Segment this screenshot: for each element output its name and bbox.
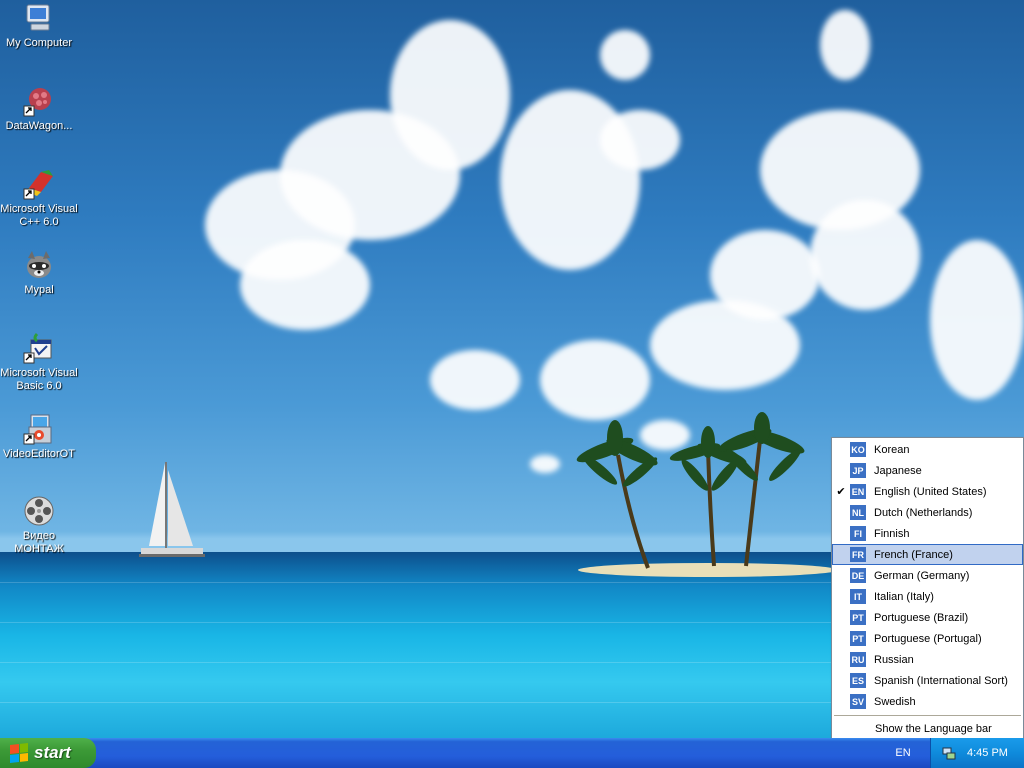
language-code-badge: JP [850,463,866,478]
language-code-badge: DE [850,568,866,583]
desktop-icon-label: Microsoft Visual Basic 6.0 [0,367,78,392]
desktop-icon-label: Microsoft Visual C++ 6.0 [0,203,78,228]
start-button[interactable]: start [0,738,96,768]
desktop-icon-visual-cpp[interactable]: Microsoft Visual C++ 6.0 [0,168,78,229]
language-item-label: Dutch (Netherlands) [874,506,973,519]
language-item-swedish[interactable]: SV Swedish [832,691,1023,712]
language-item-finnish[interactable]: FI Finnish [832,523,1023,544]
language-item-label: Italian (Italy) [874,590,934,603]
cloud [430,350,520,410]
language-code-badge: KO [850,442,866,457]
language-item-portuguese-brazil[interactable]: PT Portuguese (Brazil) [832,607,1023,628]
network-tray-icon[interactable] [941,745,957,761]
my-computer-icon [26,4,50,31]
cloud [540,340,650,420]
desktop-icon-label: DataWagon... [5,120,73,132]
language-item-label: Finnish [874,527,910,540]
language-code-badge: FR [850,547,866,562]
desktop-icon-datawagon[interactable]: DataWagon... [0,85,78,133]
language-code-badge: EN [850,484,866,499]
desktop-icon-my-computer[interactable]: My Computer [0,2,78,50]
check-mark-icon: ✔ [836,486,846,498]
language-code-badge: PT [850,631,866,646]
desktop-icon-label: VideoEditorOT [3,448,75,460]
language-item-russian[interactable]: RU Russian [832,649,1023,670]
desktop-icon-video-montage[interactable]: Видео МОНТАЖ [0,495,78,556]
language-code-badge: NL [850,505,866,520]
cloud [930,240,1024,400]
visual-cpp-icon [23,170,53,200]
mypal-icon [27,251,51,278]
desktop-icon-visual-basic[interactable]: Microsoft Visual Basic 6.0 [0,332,78,393]
cloud [240,240,370,330]
visual-basic-icon [23,332,52,364]
language-item-label: Portuguese (Brazil) [874,611,969,624]
language-item-french[interactable]: FR French (France) [832,544,1023,565]
language-item-dutch[interactable]: NL Dutch (Netherlands) [832,502,1023,523]
language-indicator-button[interactable]: EN [893,744,913,762]
language-item-label: French (France) [874,548,953,561]
menu-separator [834,715,1021,716]
cloud [710,230,820,320]
sailboat-image [139,462,205,557]
cloud [600,110,680,170]
clock[interactable]: 4:45 PM [967,747,1008,759]
language-code-badge: IT [850,589,866,604]
show-language-bar-item[interactable]: Show the Language bar [832,718,1023,739]
language-item-label: Spanish (International Sort) [874,674,1008,687]
taskbar: start EN 4:45 PM [0,738,1024,768]
windows-logo-icon [10,743,28,763]
show-language-bar-label: Show the Language bar [875,722,992,735]
language-item-italian[interactable]: IT Italian (Italy) [832,586,1023,607]
language-item-japanese[interactable]: JP Japanese [832,460,1023,481]
cloud [390,20,510,170]
language-code-badge: SV [850,694,866,709]
language-code-badge: FI [850,526,866,541]
cloud [530,455,560,473]
desktop-icon-mypal[interactable]: Mypal [0,249,78,297]
language-code-badge: ES [850,673,866,688]
language-item-german[interactable]: DE German (Germany) [832,565,1023,586]
cloud [810,200,920,310]
language-menu: KO Korean JP Japanese ✔ EN English (Unit… [831,437,1024,739]
language-item-label: Russian [874,653,914,666]
video-editor-icon [23,414,52,445]
language-item-label: Swedish [874,695,916,708]
film-reel-icon [24,496,54,526]
language-item-label: German (Germany) [874,569,970,582]
language-item-label: Korean [874,443,910,456]
desktop-icon-video-editor[interactable]: VideoEditorOT [0,413,78,461]
language-item-english-us[interactable]: ✔ EN English (United States) [832,481,1023,502]
language-code-badge: RU [850,652,866,667]
language-item-portuguese-portugal[interactable]: PT Portuguese (Portugal) [832,628,1023,649]
language-item-spanish[interactable]: ES Spanish (International Sort) [832,670,1023,691]
desktop-icon-label: Видео МОНТАЖ [14,530,64,555]
cloud [820,10,870,80]
datawagon-icon [23,88,51,117]
language-code-badge: PT [850,610,866,625]
start-label: start [34,743,71,762]
cloud [600,30,650,80]
desktop-icon-label: My Computer [5,37,73,49]
desktop-icon-label: Mypal [24,284,54,296]
language-item-label: Portuguese (Portugal) [874,632,982,645]
palm-trees-image [576,412,805,569]
language-item-label: English (United States) [874,485,987,498]
language-item-korean[interactable]: KO Korean [832,439,1023,460]
system-tray: 4:45 PM [930,738,1024,768]
language-item-label: Japanese [874,464,922,477]
